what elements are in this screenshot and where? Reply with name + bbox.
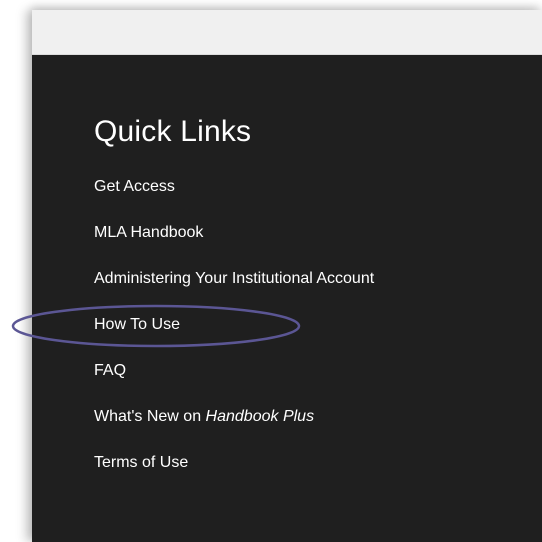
screenshot-canvas: Quick Links Get Access MLA Handbook Admi… [0, 0, 542, 542]
footer-panel: Quick Links Get Access MLA Handbook Admi… [32, 10, 542, 542]
link-administering-institutional-account[interactable]: Administering Your Institutional Account [94, 270, 374, 287]
list-item: What's New on Handbook Plus [94, 408, 374, 454]
link-faq[interactable]: FAQ [94, 362, 126, 379]
link-mla-handbook[interactable]: MLA Handbook [94, 224, 203, 241]
quick-links-heading: Quick Links [94, 115, 252, 148]
link-whats-new[interactable]: What's New on Handbook Plus [94, 408, 314, 425]
link-how-to-use[interactable]: How To Use [94, 316, 180, 333]
link-whats-new-prefix: What's New on [94, 408, 206, 425]
list-item: How To Use [94, 316, 374, 362]
list-item: MLA Handbook [94, 224, 374, 270]
list-item: Terms of Use [94, 454, 374, 500]
quick-links-section: Quick Links Get Access MLA Handbook Admi… [32, 55, 542, 542]
link-get-access[interactable]: Get Access [94, 178, 175, 195]
link-terms-of-use[interactable]: Terms of Use [94, 454, 188, 471]
link-whats-new-emphasis: Handbook Plus [205, 408, 315, 425]
list-item: Get Access [94, 178, 374, 224]
panel-top-bar [32, 10, 542, 55]
list-item: FAQ [94, 362, 374, 408]
list-item: Administering Your Institutional Account [94, 270, 374, 316]
quick-links-list: Get Access MLA Handbook Administering Yo… [94, 178, 374, 500]
